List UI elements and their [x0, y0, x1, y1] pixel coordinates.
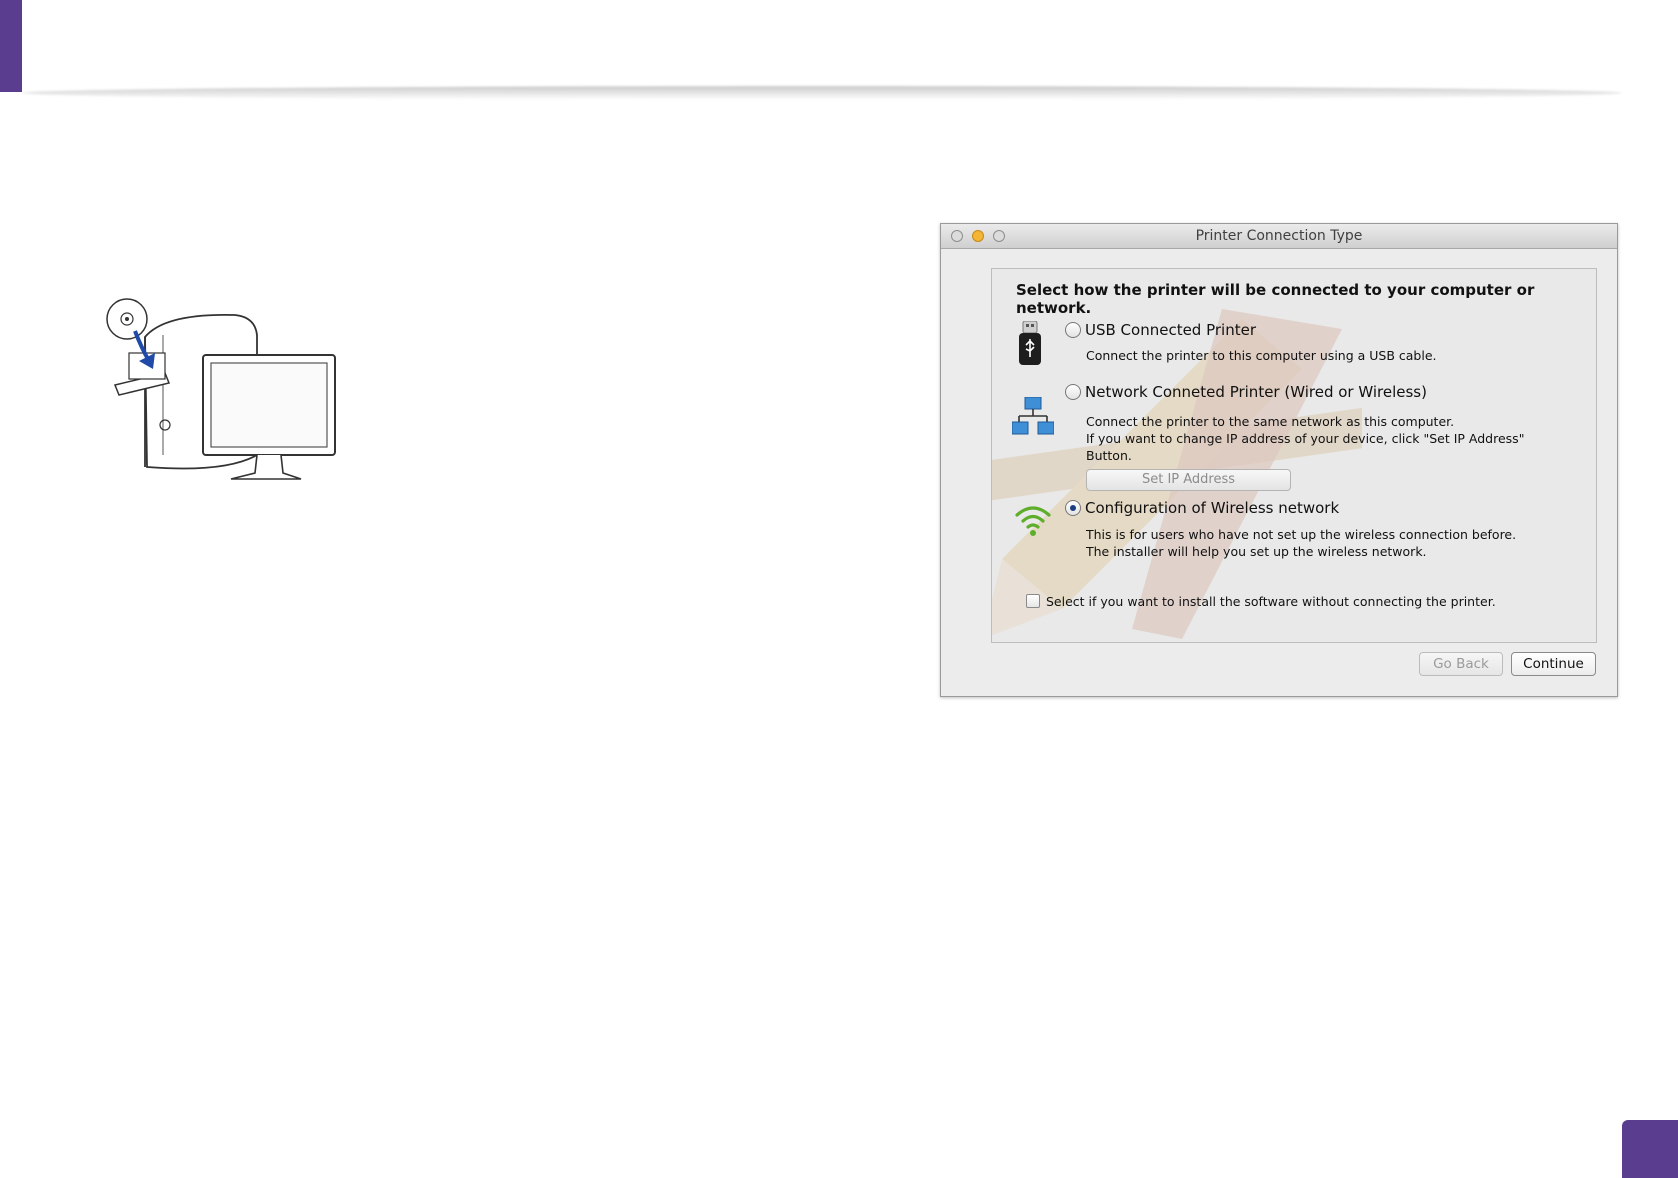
usb-option-radio[interactable]: [1065, 322, 1081, 338]
wireless-option-radio[interactable]: [1065, 500, 1081, 516]
wifi-icon: [1015, 506, 1051, 536]
install-without-printer-checkbox[interactable]: [1026, 594, 1040, 608]
network-icon: [1012, 397, 1054, 435]
usb-option-title[interactable]: USB Connected Printer: [1085, 321, 1256, 339]
set-ip-address-button[interactable]: Set IP Address: [1086, 469, 1291, 491]
header-divider: [22, 86, 1622, 100]
options-panel: Select how the printer will be connected…: [991, 268, 1597, 643]
network-option-title[interactable]: Network Conneted Printer (Wired or Wirel…: [1085, 383, 1427, 401]
usb-option-description: Connect the printer to this computer usi…: [1086, 348, 1437, 363]
page-number-tab: [1622, 1120, 1678, 1178]
computer-cd-illustration: [106, 298, 336, 480]
network-option-description-line-1: Connect the printer to the same network …: [1086, 414, 1455, 429]
usb-icon: [1019, 321, 1041, 365]
network-option-description-line-3: Button.: [1086, 448, 1132, 463]
continue-button[interactable]: Continue: [1511, 652, 1596, 676]
wireless-option-description-line-1: This is for users who have not set up th…: [1086, 527, 1517, 542]
wireless-option-description-line-2: The installer will help you set up the w…: [1086, 544, 1427, 559]
network-option-description-line-2: If you want to change IP address of your…: [1086, 431, 1525, 446]
network-option-radio[interactable]: [1065, 384, 1081, 400]
wireless-option-title[interactable]: Configuration of Wireless network: [1085, 499, 1339, 517]
corner-tab: [0, 0, 22, 92]
dialog-title: Printer Connection Type: [1195, 228, 1363, 244]
printer-connection-dialog: Printer Connection Type Select how the p…: [940, 223, 1618, 697]
go-back-button[interactable]: Go Back: [1419, 652, 1503, 676]
dialog-titlebar: Printer Connection Type: [941, 224, 1617, 249]
dialog-heading: Select how the printer will be connected…: [1016, 281, 1535, 317]
install-without-printer-label[interactable]: Select if you want to install the softwa…: [1046, 594, 1496, 609]
